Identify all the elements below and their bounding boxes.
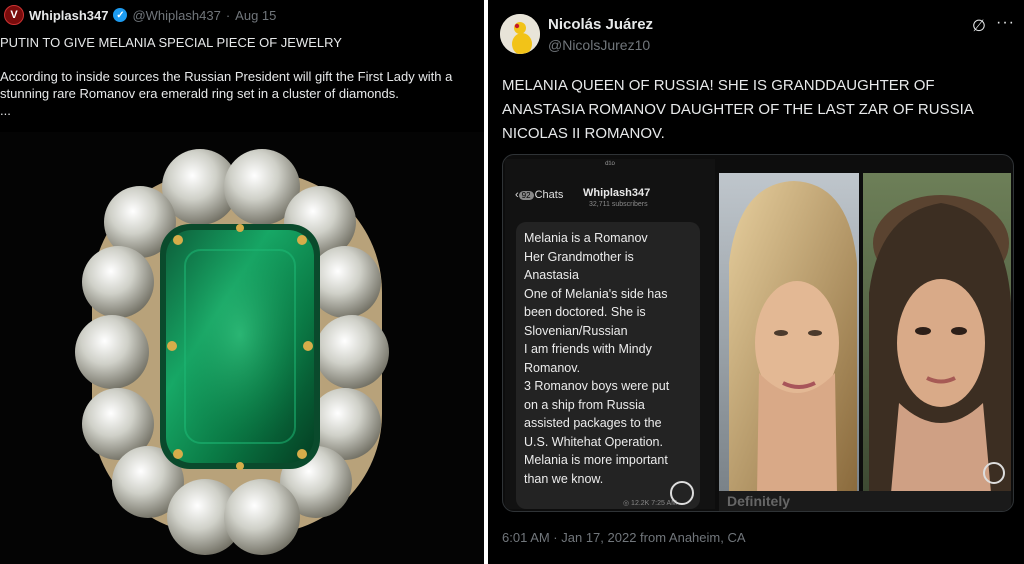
message-line: Melania is more important xyxy=(524,453,668,467)
status-bar: ᵈ¹ᵒ xyxy=(605,159,615,169)
message-text: Melania is a Romanov Her Grandmother is … xyxy=(524,229,702,488)
caption-fragment: Definitely xyxy=(727,493,791,509)
message-line: U.S. Whitehat Operation. xyxy=(524,434,663,449)
emerald-stone xyxy=(160,224,320,469)
message-line: on a ship from Russia xyxy=(524,397,645,412)
tweet-date[interactable]: Aug 15 xyxy=(235,8,276,23)
display-name[interactable]: Whiplash347 xyxy=(29,8,108,23)
message-line: Anastasia xyxy=(524,268,579,282)
telegram-screenshot: ᵈ¹ᵒ ‹ 92 Chats Whiplash347 32,711 subscrib… xyxy=(505,159,715,509)
message-meta: ◎ 12.2K 7:25 AM xyxy=(623,500,677,507)
grok-icon[interactable]: ∅ xyxy=(972,16,986,36)
tweet-meta[interactable]: 6:01 AM · Jan 17, 2022 from Anaheim, CA xyxy=(502,530,746,545)
tweet-body-line: stunning rare Romanov era emerald ring s… xyxy=(0,86,399,101)
tweet-headline: PUTIN TO GIVE MELANIA SPECIAL PIECE OF J… xyxy=(0,35,342,50)
message-line: Her Grandmother is xyxy=(524,249,634,264)
caption-strip: Definitely xyxy=(719,491,1011,511)
handle[interactable]: @NicolsJurez10 xyxy=(548,37,650,53)
message-line: One of Melania's side has xyxy=(524,286,668,301)
message-line: Slovenian/Russian xyxy=(524,323,628,338)
avatar[interactable] xyxy=(500,14,540,54)
tweet-text: PUTIN TO GIVE MELANIA SPECIAL PIECE OF J… xyxy=(0,34,480,119)
tweet-body-line: According to inside sources the Russian … xyxy=(0,69,453,84)
handle[interactable]: @Whiplash437 xyxy=(132,8,220,23)
channel-subscribers: 32,711 subscribers xyxy=(589,201,648,208)
photo-comparison xyxy=(719,173,1011,493)
separator: · xyxy=(225,7,231,23)
portrait-right xyxy=(863,173,1011,493)
emerald-ring-image[interactable] xyxy=(0,132,484,564)
tweet-text: MELANIA QUEEN OF RUSSIA! SHE IS GRANDDAU… xyxy=(502,77,973,142)
left-tweet-header: V Whiplash347 ✓ @Whiplash437 · Aug 15 xyxy=(4,4,276,26)
channel-title: Whiplash347 xyxy=(583,187,651,199)
unread-badge: 92 xyxy=(518,191,534,200)
avatar[interactable]: V xyxy=(4,5,24,25)
ellipsis: ... xyxy=(0,103,11,118)
tweet-media[interactable]: ᵈ¹ᵒ ‹ 92 Chats Whiplash347 32,711 subscrib… xyxy=(502,154,1014,512)
message-line: been doctored. She is xyxy=(524,305,646,319)
circle-select-icon xyxy=(670,481,694,505)
back-label: Chats xyxy=(534,189,564,201)
message-line: Romanov. xyxy=(524,360,581,375)
message-line: 3 Romanov boys were put xyxy=(524,379,670,393)
right-tweet: Nicolás Juárez @NicolsJurez10 ∅ ··· MELA… xyxy=(488,0,1024,564)
message-line: I am friends with Mindy xyxy=(524,342,652,356)
message-line: assisted packages to the xyxy=(524,416,662,430)
left-tweet: V Whiplash347 ✓ @Whiplash437 · Aug 15 PU… xyxy=(0,0,484,564)
back-button: ‹ 92 Chats xyxy=(515,189,563,201)
more-options-icon[interactable]: ··· xyxy=(996,14,1015,32)
portrait-left xyxy=(719,173,859,493)
display-name[interactable]: Nicolás Juárez xyxy=(548,16,653,33)
verified-badge-icon: ✓ xyxy=(113,8,128,22)
message-line: Melania is a Romanov xyxy=(524,231,648,245)
